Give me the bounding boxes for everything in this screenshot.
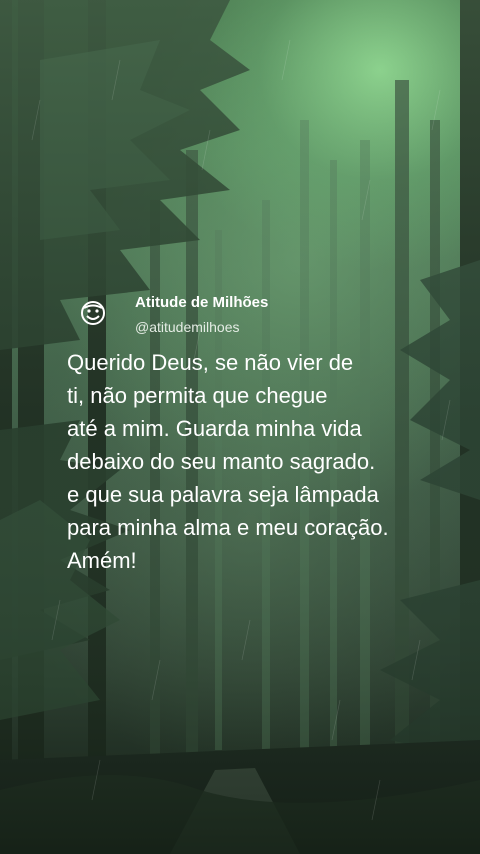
post-header: Atitude de Milhões @atitudemilhoes bbox=[78, 294, 378, 344]
message-line: debaixo do seu manto sagrado. bbox=[67, 449, 376, 474]
message-line: Querido Deus, se não vier de bbox=[67, 350, 354, 375]
message-line: ti, não permita que chegue bbox=[67, 383, 328, 408]
smiley-face-icon bbox=[81, 301, 105, 325]
author-name[interactable]: Atitude de Milhões bbox=[135, 294, 268, 311]
message-line: para minha alma e meu coração. bbox=[67, 515, 389, 540]
message-line: até a mim. Guarda minha vida bbox=[67, 416, 362, 441]
message-line: Amém! bbox=[67, 548, 137, 573]
message-line: e que sua palavra seja lâmpada bbox=[67, 482, 379, 507]
author-handle[interactable]: @atitudemilhoes bbox=[135, 319, 240, 335]
post-message: Querido Deus, se não vier de ti, não per… bbox=[67, 346, 467, 577]
